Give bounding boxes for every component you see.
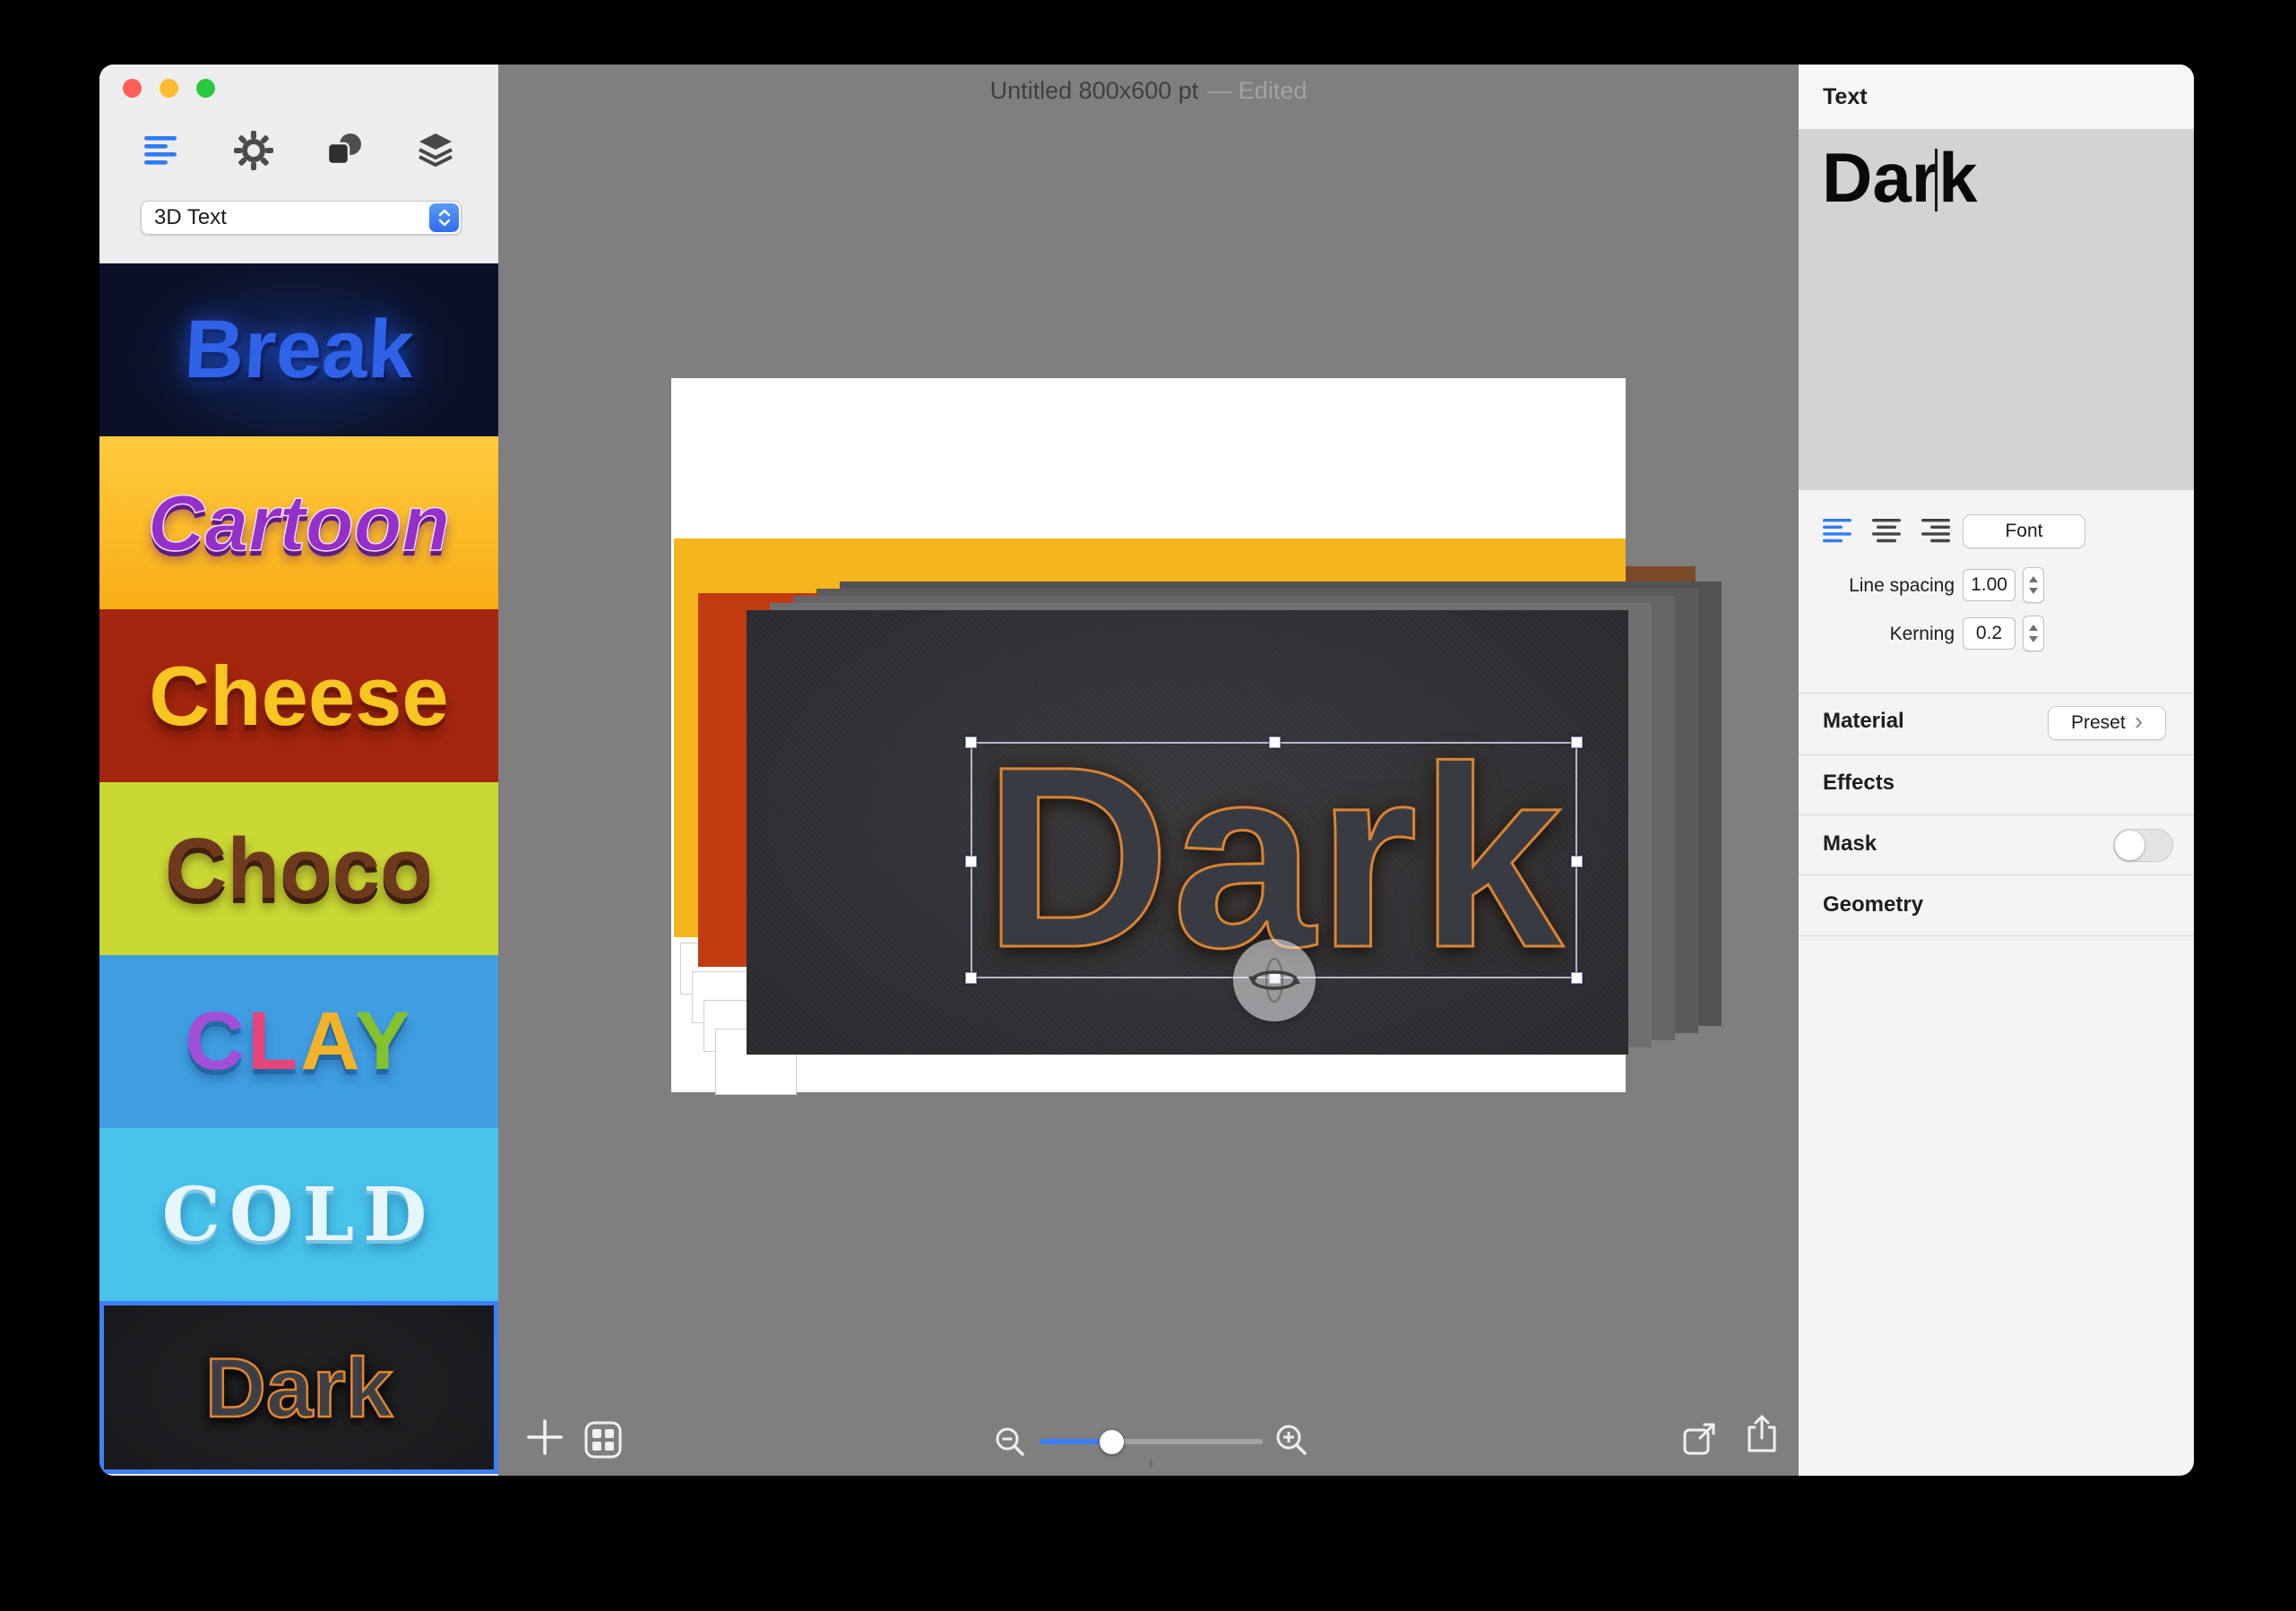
mask-toggle[interactable] (2113, 829, 2173, 862)
fullscreen-button[interactable] (196, 79, 215, 98)
preset-letter: L (247, 995, 300, 1087)
preset-label: Choco (165, 820, 433, 918)
text-cursor (1935, 149, 1938, 211)
line-spacing-label: Line spacing (1799, 575, 1955, 597)
mask-toggle-knob (2115, 831, 2145, 860)
line-spacing-stepper[interactable] (2023, 567, 2044, 603)
selection-handle[interactable] (965, 737, 977, 748)
zoom-100-tick (1150, 1459, 1152, 1468)
minimize-button[interactable] (160, 79, 178, 98)
inspector-header: Text (1799, 65, 2194, 129)
zoom-in-icon[interactable] (1273, 1421, 1310, 1459)
line-spacing-input[interactable]: 1.00 (1963, 569, 2015, 601)
document-edited-flag: — Edited (1207, 77, 1307, 104)
preset-label: Cheese (149, 648, 448, 745)
preset-label: CLAY (185, 995, 412, 1089)
geometry-section-label: Geometry (1823, 892, 1923, 917)
window-title: Untitled 800x600 pt — Edited (498, 77, 1799, 105)
divider (1799, 754, 2194, 755)
zoom-slider-track[interactable] (1040, 1439, 1263, 1444)
preset-label: COLD (162, 1172, 436, 1258)
kerning-label: Kerning (1799, 624, 1955, 645)
align-center-button[interactable] (1869, 518, 1904, 547)
selection-handle[interactable] (965, 972, 977, 984)
share-export-icon[interactable] (1744, 1412, 1780, 1455)
layers-icon[interactable] (409, 124, 462, 177)
effects-section-label: Effects (1823, 771, 1895, 796)
selection-handle[interactable] (1571, 737, 1583, 748)
divider (1799, 693, 2194, 694)
material-preset-button-label: Preset (2071, 712, 2126, 734)
inspector-panel: Text Dark Font Line spacing 1.00 Kerning (1799, 65, 2194, 1476)
style-category-value: 3D Text (142, 205, 429, 230)
app-window: 3D Text Break Cartoon Cheese Choco CLAY COLD D… (99, 65, 2194, 1476)
selection-handle[interactable] (1571, 856, 1583, 867)
close-button[interactable] (123, 79, 142, 98)
document-title: Untitled 800x600 pt (990, 77, 1199, 104)
divider (1799, 874, 2194, 875)
chevron-right-icon: › (2135, 709, 2143, 734)
templates-grid-button[interactable] (584, 1421, 622, 1459)
canvas-area: Untitled 800x600 pt— Edited Dark (498, 65, 1799, 1476)
selection-handle[interactable] (1571, 972, 1583, 984)
preset-letter: C (185, 995, 246, 1087)
sidebar-toolbar (135, 124, 462, 177)
preset-letter: A (300, 995, 355, 1087)
material-preset-button[interactable]: Preset › (2048, 706, 2166, 740)
align-left-button[interactable] (1820, 518, 1856, 547)
preset-cold[interactable]: COLD (99, 1128, 498, 1301)
window-controls (123, 79, 215, 98)
sidebar-header: 3D Text (99, 65, 498, 263)
shapes-icon[interactable] (317, 124, 371, 177)
styles-list-icon[interactable] (135, 124, 189, 177)
preset-label: Cartoon (148, 478, 450, 569)
preset-label: Break (182, 303, 416, 397)
divider (1799, 935, 2194, 936)
preset-choco[interactable]: Choco (99, 782, 498, 955)
selection-handle[interactable] (1269, 737, 1281, 748)
preset-cartoon[interactable]: Cartoon (99, 436, 498, 609)
preset-clay[interactable]: CLAY (99, 955, 498, 1128)
add-object-button[interactable] (523, 1416, 566, 1459)
text-input-area[interactable]: Dark (1799, 129, 2194, 490)
settings-gear-icon[interactable] (227, 124, 281, 177)
zoom-slider-knob[interactable] (1100, 1430, 1124, 1454)
preset-label: Dark (205, 1340, 393, 1436)
align-right-button[interactable] (1917, 518, 1953, 547)
inspector-title: Text (1823, 84, 1868, 110)
preset-cheese[interactable]: Cheese (99, 609, 498, 782)
kerning-stepper[interactable] (2023, 616, 2044, 651)
dropdown-arrows-icon (429, 203, 459, 232)
material-section-label: Material (1823, 709, 1904, 734)
zoom-out-icon[interactable] (993, 1425, 1027, 1459)
kerning-input[interactable]: 0.2 (1963, 617, 2015, 650)
style-category-dropdown[interactable]: 3D Text (141, 201, 462, 235)
resize-canvas-icon[interactable] (1681, 1419, 1719, 1457)
preset-dark[interactable]: Dark (99, 1301, 498, 1474)
preset-break[interactable]: Break (99, 263, 498, 436)
mask-section-label: Mask (1823, 831, 1877, 857)
text-input-value: Dark (1822, 138, 1977, 219)
selection-handle[interactable] (965, 856, 977, 867)
desktop-background: 3D Text Break Cartoon Cheese Choco CLAY COLD D… (0, 0, 2296, 1611)
font-button[interactable]: Font (1963, 514, 2085, 548)
rotate-3d-control[interactable] (1233, 939, 1316, 1021)
preset-list: Break Cartoon Cheese Choco CLAY COLD Dark (99, 263, 498, 1476)
preset-letter: Y (355, 995, 412, 1087)
sidebar: 3D Text Break Cartoon Cheese Choco CLAY COLD D… (99, 65, 498, 1476)
divider (1799, 814, 2194, 815)
